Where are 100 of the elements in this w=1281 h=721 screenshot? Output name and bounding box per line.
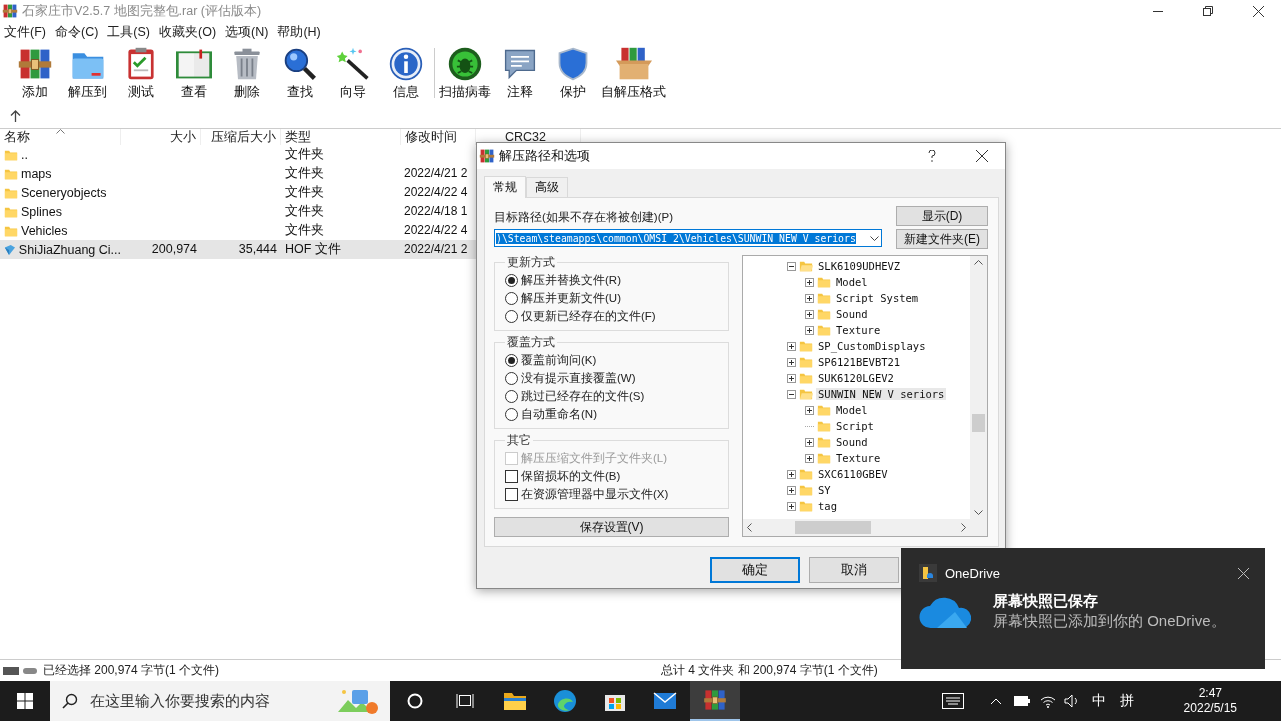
radio-button[interactable] (505, 371, 518, 385)
tree-item[interactable]: SP_CustomDisplays (816, 340, 928, 352)
scroll-up-icon[interactable] (974, 260, 983, 265)
scrollbar-thumb[interactable] (795, 521, 871, 534)
tree-item[interactable]: Sound (834, 308, 870, 320)
ime-indicator[interactable]: 中 (1091, 692, 1106, 710)
expand-icon[interactable] (805, 405, 814, 415)
tree-item[interactable]: Model (834, 404, 870, 416)
menu-item[interactable]: 工具(S) (107, 23, 150, 41)
tree-item[interactable]: Sound (834, 436, 870, 448)
radio-button[interactable] (505, 291, 518, 305)
horizontal-scrollbar[interactable] (743, 519, 970, 536)
toolbar-button[interactable]: 保护 (546, 46, 599, 101)
toolbar-button[interactable]: 查找 (273, 46, 326, 101)
file-row[interactable]: .. (0, 145, 121, 164)
expand-icon[interactable] (805, 325, 814, 335)
toolbar-button[interactable]: 注释 (493, 46, 546, 101)
toolbar-button[interactable]: 删除 (220, 46, 273, 101)
column-header[interactable]: 大小 (121, 129, 201, 145)
wifi-icon[interactable] (1039, 694, 1056, 708)
search-field[interactable]: 在这里输入你要搜索的内容 (50, 681, 390, 721)
expand-icon[interactable] (805, 277, 814, 287)
keyboard-icon[interactable] (941, 693, 964, 709)
tree-item[interactable]: SUK6120LGEV2 (816, 372, 896, 384)
radio-button[interactable] (505, 389, 518, 403)
file-row[interactable]: Sceneryobjects (0, 183, 121, 202)
tree-item[interactable]: SP6121BEVBT21 (816, 356, 903, 368)
tree-item[interactable]: tag (816, 500, 839, 512)
column-header[interactable]: 压缩后大小 (201, 129, 281, 145)
tree-item[interactable]: Model (834, 276, 870, 288)
scroll-down-icon[interactable] (974, 510, 983, 515)
toolbar-button[interactable]: 解压到 (61, 46, 114, 101)
toolbar-button[interactable]: 添加 (8, 46, 61, 101)
vertical-scrollbar[interactable] (970, 256, 987, 519)
chevron-up-icon[interactable] (989, 697, 1002, 705)
battery-icon[interactable] (1013, 696, 1030, 706)
scroll-right-icon[interactable] (961, 523, 966, 532)
tree-item[interactable]: SY (816, 484, 833, 496)
expand-icon[interactable] (805, 293, 814, 303)
tree-item[interactable]: Script System (834, 292, 921, 304)
toolbar-button[interactable]: 测试 (114, 46, 167, 101)
tree-item[interactable]: SUNWIN NEW V seriors (816, 388, 947, 400)
expand-icon[interactable] (787, 469, 796, 479)
collapse-icon[interactable] (787, 389, 796, 399)
expand-icon[interactable] (787, 485, 796, 495)
expand-icon[interactable] (805, 453, 814, 463)
radio-button[interactable] (505, 273, 518, 287)
save-settings-button[interactable]: 保存设置(V) (494, 517, 729, 537)
type-cell-text: 文件夹 (284, 203, 325, 220)
menu-item[interactable]: 选项(N) (225, 23, 269, 41)
column-header[interactable]: 名称 (0, 129, 121, 145)
menu-item[interactable]: 收藏夹(O) (159, 23, 217, 41)
radio-button[interactable] (505, 309, 518, 323)
file-row[interactable]: ShiJiaZhuang Ci... (0, 240, 121, 259)
radio-button[interactable] (505, 353, 518, 367)
volume-icon[interactable] (1063, 694, 1080, 708)
field-label: 目标路径(如果不存在将被创建)(P) (494, 210, 674, 225)
menu-item[interactable]: 命令(C) (54, 23, 99, 41)
toolbar-button[interactable]: 自解压格式 (599, 46, 668, 101)
taskbar-app[interactable] (690, 681, 740, 721)
expand-icon[interactable] (805, 309, 814, 319)
clock[interactable]: 2:47 2022/5/15 (1183, 686, 1237, 716)
expand-icon[interactable] (787, 501, 796, 511)
tree-item[interactable]: SLK6109UDHEVZ (816, 260, 903, 272)
expand-icon[interactable] (787, 373, 796, 383)
toolbar-button[interactable]: 信息 (379, 46, 432, 101)
ime-mode-indicator[interactable]: 拼 (1119, 692, 1134, 710)
tab[interactable]: 高级 (526, 177, 568, 197)
toolbar-button[interactable]: 扫描病毒 (437, 46, 493, 101)
dialog-button[interactable]: 取消 (809, 557, 899, 583)
menu-item[interactable]: 帮助(H) (277, 23, 321, 41)
up-arrow-icon[interactable] (10, 110, 21, 122)
scrollbar-thumb[interactable] (972, 414, 985, 432)
toolbar-button[interactable]: 向导 (326, 46, 379, 101)
checkbox[interactable] (505, 487, 518, 501)
expand-icon[interactable] (787, 341, 796, 351)
column-header[interactable]: 类型 (281, 129, 401, 145)
modified-cell: 2022/4/21 2 (401, 240, 476, 259)
path-combobox[interactable]: )\Steam\steamapps\common\OMSI 2\Vehicles\SUNWIN NEW V seriors (494, 229, 882, 247)
expand-icon[interactable] (787, 357, 796, 367)
file-row[interactable]: maps (0, 164, 121, 183)
dialog-button[interactable]: 确定 (710, 557, 800, 583)
tree-item[interactable]: SXC6110GBEV (816, 468, 890, 480)
file-row[interactable]: Vehicles (0, 221, 121, 240)
menu-item[interactable]: 文件(F) (4, 23, 46, 41)
tree-item[interactable]: Script (834, 420, 876, 432)
scroll-left-icon[interactable] (747, 523, 752, 532)
toolbar-button[interactable]: 查看 (167, 46, 220, 101)
radio-button[interactable] (505, 407, 518, 421)
dialog-button[interactable]: 新建文件夹(E) (896, 229, 988, 249)
expand-icon[interactable] (805, 437, 814, 447)
toast-title: 屏幕快照已保存 (993, 592, 1099, 611)
close-icon[interactable] (1238, 567, 1249, 579)
checkbox[interactable] (505, 469, 518, 483)
dialog-button[interactable]: 显示(D) (896, 206, 988, 226)
tree-item[interactable]: Texture (834, 324, 883, 336)
tab[interactable]: 常规 (484, 176, 526, 198)
file-row[interactable]: Splines (0, 202, 121, 221)
tree-item[interactable]: Texture (834, 452, 883, 464)
collapse-icon[interactable] (787, 261, 796, 271)
